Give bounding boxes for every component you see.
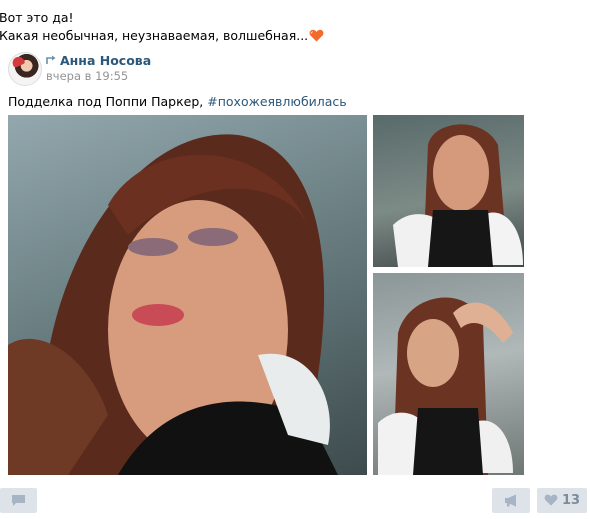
hashtag-link[interactable]: #похожеявлюбилась xyxy=(207,94,346,109)
heart-icon xyxy=(544,494,558,506)
doll-upper-body-photo[interactable] xyxy=(373,115,524,267)
comment-button[interactable] xyxy=(0,488,37,513)
post-text-line-1: Вот это да! xyxy=(0,10,74,25)
share-button[interactable] xyxy=(492,488,530,513)
avatar[interactable] xyxy=(8,52,42,86)
comment-icon xyxy=(12,495,25,506)
post-text-line-2: Какая необычная, неузнаваемая, волшебная… xyxy=(0,27,324,45)
like-button[interactable]: 13 xyxy=(537,488,587,513)
repost-arrow-icon xyxy=(46,55,56,64)
megaphone-icon xyxy=(505,494,516,507)
author-link[interactable]: Анна Носова xyxy=(60,53,151,68)
post-date-link[interactable]: вчера в 19:55 xyxy=(46,69,128,83)
post-text: Вот это да! Какая необычная, неузнаваема… xyxy=(0,9,324,45)
like-count: 13 xyxy=(562,493,581,508)
doll-upper-body-image xyxy=(393,124,523,267)
doll-hand-on-head-image xyxy=(378,297,513,475)
repost-header: Анна Носова вчера в 19:55 xyxy=(8,52,588,92)
heart-emoji-icon xyxy=(309,29,324,42)
doll-hand-on-head-photo[interactable] xyxy=(373,273,524,475)
caption-text: Подделка под Поппи Паркер, xyxy=(8,94,208,109)
doll-closeup-image xyxy=(8,134,338,475)
doll-closeup-photo[interactable] xyxy=(8,115,367,475)
post-text-line-2-text: Какая необычная, неузнаваемая, волшебная… xyxy=(0,28,309,43)
repost-caption: Подделка под Поппи Паркер, #похожеявлюби… xyxy=(8,94,347,109)
